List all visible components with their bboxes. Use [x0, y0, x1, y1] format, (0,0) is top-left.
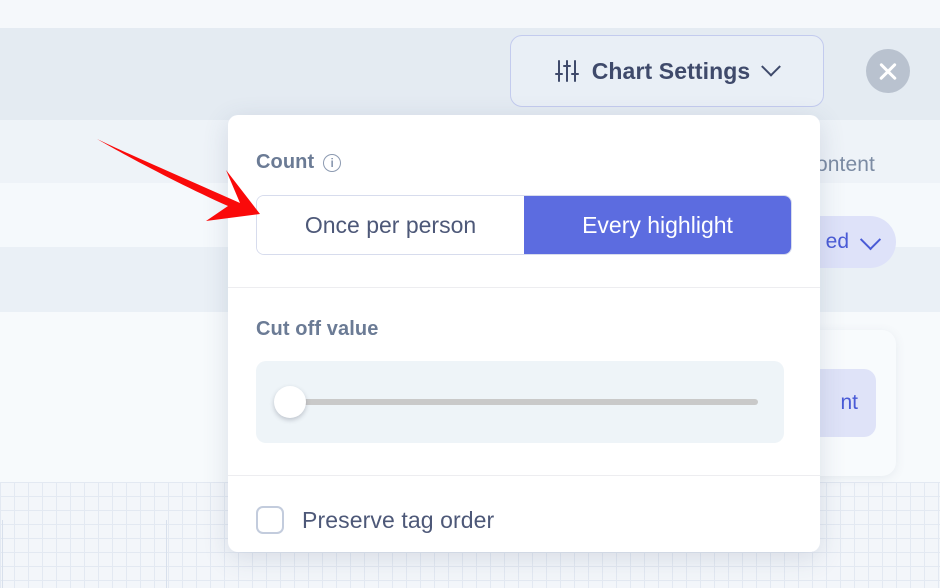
- info-icon[interactable]: i: [323, 153, 342, 172]
- cutoff-label-text: Cut off value: [256, 318, 379, 340]
- count-section: Count i Once per person Every highlight: [228, 115, 820, 287]
- chart-gridline-1: [2, 520, 3, 588]
- every-highlight-option[interactable]: Every highlight: [524, 196, 791, 254]
- app-root: ontent ed nt Chart Settings Count i Once…: [0, 0, 940, 588]
- background-tag-chip-label: nt: [840, 391, 858, 414]
- sliders-icon: [554, 60, 579, 82]
- cutoff-slider-track[interactable]: [282, 399, 758, 405]
- background-content-label: ontent: [816, 153, 875, 176]
- close-icon: [877, 60, 899, 82]
- background-filter-dropdown-label: ed: [825, 230, 849, 253]
- count-section-label: Count i: [256, 151, 792, 174]
- chart-settings-button[interactable]: Chart Settings: [510, 35, 824, 107]
- preserve-tag-order-section: Preserve tag order: [228, 476, 820, 534]
- chevron-down-icon: [859, 228, 882, 250]
- close-button[interactable]: [866, 49, 910, 93]
- cutoff-section-label: Cut off value: [256, 318, 792, 341]
- cutoff-section: Cut off value: [228, 288, 820, 475]
- preserve-tag-order-label: Preserve tag order: [302, 506, 495, 533]
- preserve-tag-order-checkbox[interactable]: [256, 506, 284, 534]
- chart-settings-label: Chart Settings: [591, 57, 751, 84]
- cutoff-slider[interactable]: [256, 361, 784, 443]
- chart-settings-popover: Count i Once per person Every highlight …: [228, 115, 820, 552]
- count-segmented-control[interactable]: Once per person Every highlight: [256, 195, 792, 255]
- cutoff-slider-thumb[interactable]: [274, 386, 306, 418]
- preserve-tag-order-row[interactable]: Preserve tag order: [256, 506, 792, 534]
- chevron-down-icon: [761, 56, 782, 77]
- once-per-person-option[interactable]: Once per person: [257, 196, 524, 254]
- count-label-text: Count: [256, 151, 315, 173]
- chart-gridline-2: [166, 520, 167, 588]
